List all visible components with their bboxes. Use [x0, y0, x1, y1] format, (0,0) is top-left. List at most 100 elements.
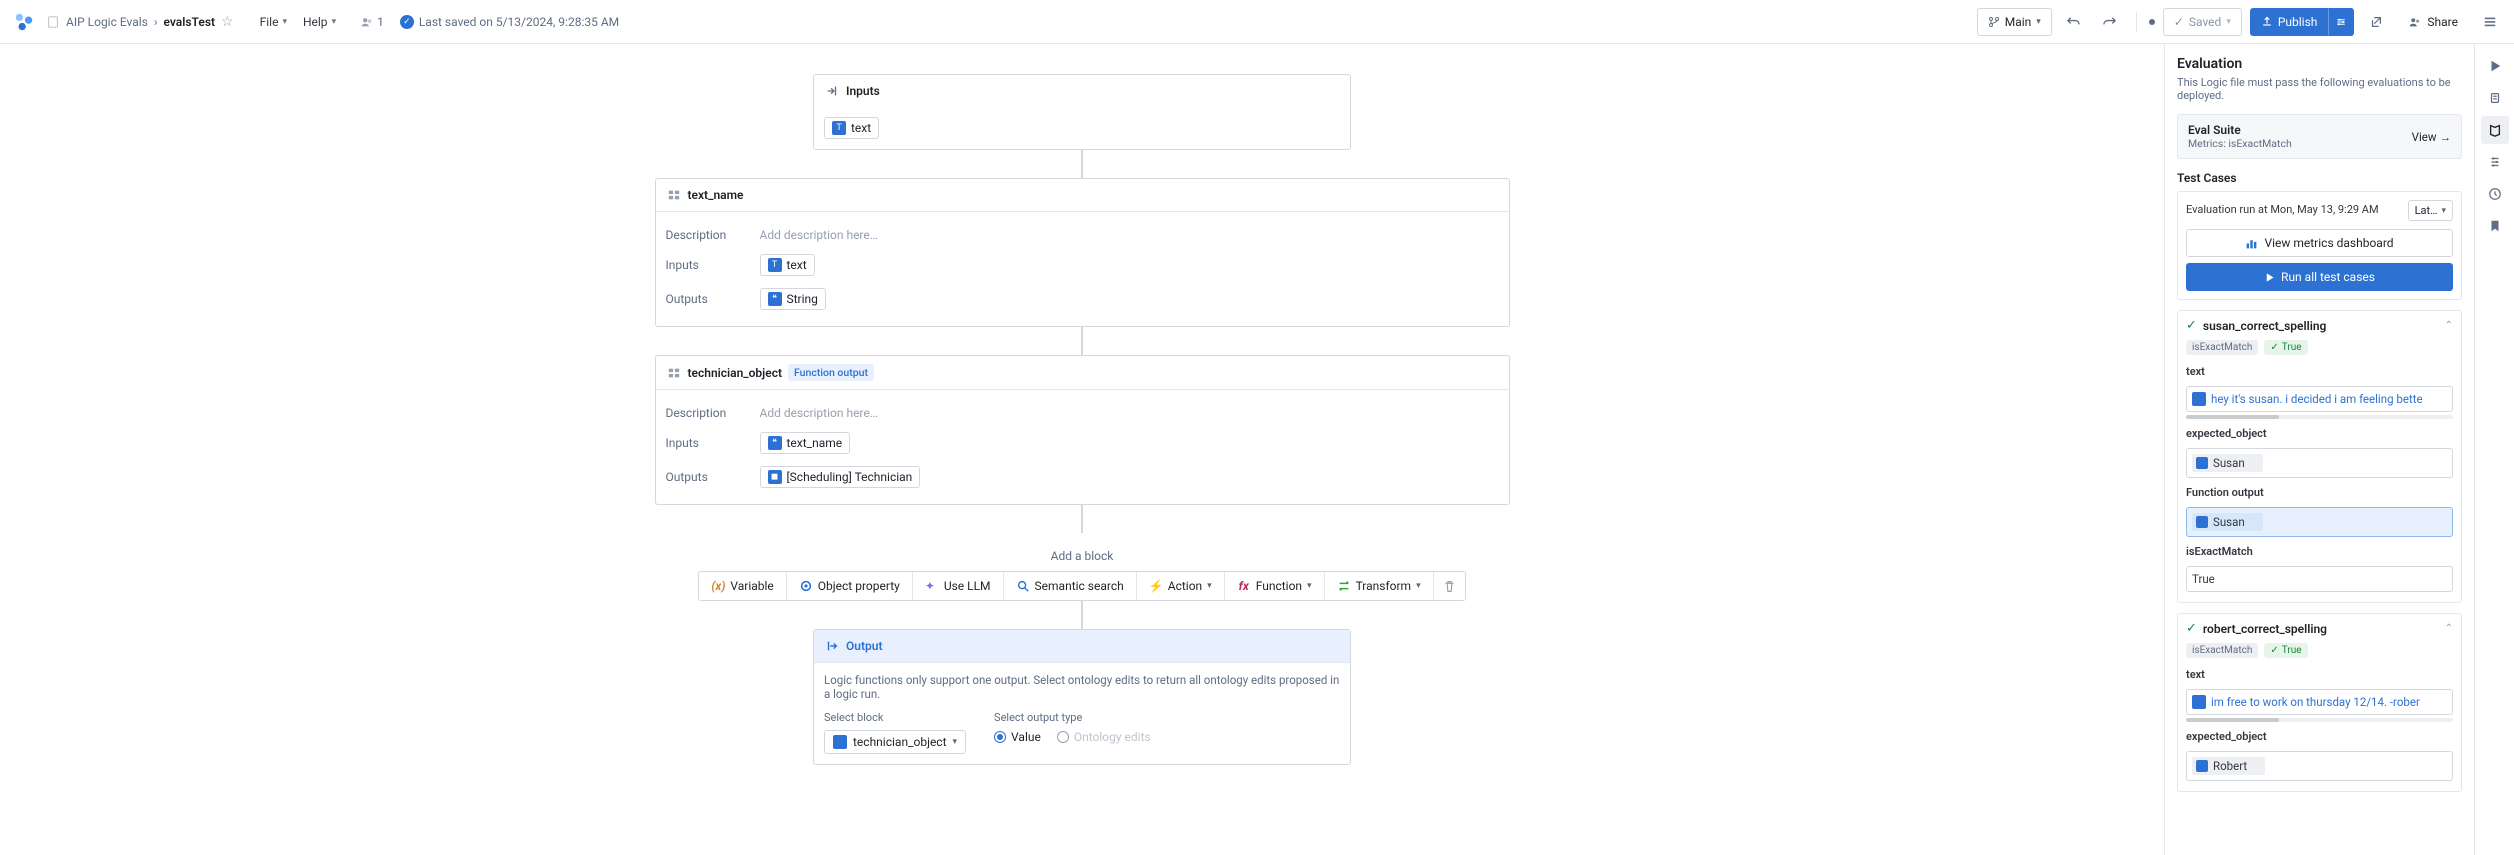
overflow-scrollbar[interactable]: [2186, 415, 2453, 419]
chevron-down-icon: ▾: [2441, 206, 2446, 216]
tool-action[interactable]: ⚡Action▾: [1137, 572, 1225, 600]
breadcrumb-current: evalsTest: [164, 15, 216, 29]
field-label-isexactmatch: isExactMatch: [2186, 545, 2453, 558]
node-technician-object[interactable]: technician_object Function output Descri…: [655, 355, 1510, 505]
output-icon: [824, 638, 840, 654]
more-menu-button[interactable]: [2476, 8, 2504, 36]
outputs-label: Outputs: [666, 292, 748, 306]
evaluation-panel: Evaluation This Logic file must pass the…: [2164, 44, 2474, 855]
text-value-box[interactable]: hey it's susan. i decided i am feeling b…: [2186, 386, 2453, 412]
top-bar: AIP Logic Evals › evalsTest ☆ File▾ Help…: [0, 0, 2514, 44]
output-chip[interactable]: ❝String: [760, 288, 826, 310]
publish-settings-button[interactable]: [2328, 8, 2354, 36]
rail-settings-button[interactable]: [2481, 148, 2509, 176]
metric-badge: isExactMatch: [2186, 340, 2258, 355]
run-all-test-cases-button[interactable]: Run all test cases: [2186, 263, 2453, 291]
view-metrics-dashboard-button[interactable]: View metrics dashboard: [2186, 229, 2453, 257]
radio-ontology-edits[interactable]: Ontology edits: [1057, 730, 1151, 744]
app-logo-icon: [10, 8, 38, 36]
block-icon: [666, 365, 682, 381]
tool-transform[interactable]: Transform▾: [1325, 572, 1434, 600]
eval-suite-box: Eval Suite Metrics: isExactMatch View→: [2177, 114, 2462, 159]
tool-variable[interactable]: (x)Variable: [699, 572, 786, 600]
tool-use-llm[interactable]: ✦Use LLM: [913, 572, 1004, 600]
output-card[interactable]: Output Logic functions only support one …: [813, 629, 1351, 765]
add-block-toolbar: (x)Variable Object property ✦Use LLM Sem…: [698, 571, 1465, 601]
object-property-icon: [799, 579, 813, 593]
rail-run-button[interactable]: [2481, 52, 2509, 80]
rail-bookmark-button[interactable]: [2481, 212, 2509, 240]
rail-evaluation-button[interactable]: [2481, 116, 2509, 144]
tool-semantic-search[interactable]: Semantic search: [1004, 572, 1137, 600]
variable-icon: (x): [711, 579, 725, 593]
select-output-type-label: Select output type: [994, 711, 1151, 724]
overflow-scrollbar[interactable]: [2186, 718, 2453, 722]
check-icon: ✓: [2186, 621, 2197, 636]
menubar: File▾ Help▾: [254, 12, 343, 32]
object-icon: [2196, 760, 2208, 772]
unsaved-indicator-icon: [2149, 19, 2155, 25]
function-output-value-box[interactable]: Susan: [2186, 507, 2453, 537]
result-badge: ✓True: [2264, 340, 2307, 355]
chevron-up-icon: ⌃: [2445, 623, 2453, 634]
check-icon: ✓: [2270, 342, 2278, 353]
run-controls: Evaluation run at Mon, May 13, 9:29 AM L…: [2177, 191, 2462, 300]
saved-button[interactable]: ✓ Saved ▾: [2163, 8, 2242, 36]
check-circle-icon: ✓: [400, 15, 414, 29]
radio-value[interactable]: Value: [994, 730, 1041, 744]
expected-value-box[interactable]: Robert: [2186, 751, 2453, 781]
node-text-name[interactable]: text_name DescriptionAdd description her…: [655, 178, 1510, 327]
input-chip-text[interactable]: Ttext: [824, 117, 879, 139]
input-chip[interactable]: ❝text_name: [760, 432, 851, 454]
text-value-box[interactable]: im free to work on thursday 12/14. -robe…: [2186, 689, 2453, 715]
expected-value-box[interactable]: Susan: [2186, 448, 2453, 478]
star-icon[interactable]: ☆: [221, 14, 234, 30]
tool-function[interactable]: fxFunction▾: [1225, 572, 1325, 600]
tool-delete[interactable]: [1434, 572, 1465, 600]
test-cases-heading: Test Cases: [2177, 171, 2462, 185]
field-label-text: text: [2186, 365, 2453, 378]
chevron-down-icon: ▾: [332, 17, 337, 27]
object-icon: [2196, 457, 2208, 469]
view-suite-link[interactable]: View→: [2412, 130, 2451, 144]
menu-help[interactable]: Help▾: [297, 12, 342, 32]
description-placeholder[interactable]: Add description here…: [760, 228, 878, 242]
breadcrumb: AIP Logic Evals › evalsTest ☆: [46, 14, 234, 30]
chevron-down-icon: ▾: [1207, 581, 1212, 591]
test-case-header[interactable]: ✓ robert_correct_spelling ⌃: [2178, 614, 2461, 643]
description-placeholder[interactable]: Add description here…: [760, 406, 878, 420]
users-icon: [360, 15, 374, 29]
input-icon: [824, 83, 840, 99]
run-version-selector[interactable]: Lat…▾: [2408, 200, 2453, 221]
document-icon: [46, 15, 60, 29]
function-output-tag: Function output: [788, 364, 874, 381]
breadcrumb-parent[interactable]: AIP Logic Evals: [66, 15, 148, 29]
share-button[interactable]: Share: [2398, 8, 2468, 36]
publish-button[interactable]: Publish: [2250, 8, 2329, 36]
field-label-text: text: [2186, 668, 2453, 681]
redo-button[interactable]: [2096, 8, 2124, 36]
add-block-label: Add a block: [1051, 549, 1114, 563]
logic-canvas[interactable]: Inputs Ttext text_name DescriptionAdd de…: [0, 44, 2164, 855]
trash-icon: [1443, 580, 1456, 593]
undo-button[interactable]: [2060, 8, 2088, 36]
input-chip[interactable]: Ttext: [760, 254, 815, 276]
active-users-count: 1: [360, 15, 384, 29]
test-case-header[interactable]: ✓ susan_correct_spelling ⌃: [2178, 311, 2461, 340]
menu-file[interactable]: File▾: [254, 12, 293, 32]
branch-selector[interactable]: Main ▾: [1977, 8, 2052, 36]
open-external-button[interactable]: [2362, 8, 2390, 36]
suite-metrics: Metrics: isExactMatch: [2188, 137, 2292, 150]
branch-icon: [1988, 16, 2000, 28]
inputs-card[interactable]: Inputs Ttext: [813, 74, 1351, 150]
rail-debug-button[interactable]: [2481, 84, 2509, 112]
check-icon: ✓: [2270, 645, 2278, 656]
select-block-dropdown[interactable]: technician_object ▾: [824, 730, 966, 754]
test-case-robert: ✓ robert_correct_spelling ⌃ isExactMatch…: [2177, 613, 2462, 792]
tool-object-property[interactable]: Object property: [787, 572, 913, 600]
output-chip[interactable]: ◼[Scheduling] Technician: [760, 466, 921, 488]
chevron-up-icon: ⌃: [2445, 320, 2453, 331]
rail-history-button[interactable]: [2481, 180, 2509, 208]
description-label: Description: [666, 228, 748, 242]
object-icon: [2196, 516, 2208, 528]
